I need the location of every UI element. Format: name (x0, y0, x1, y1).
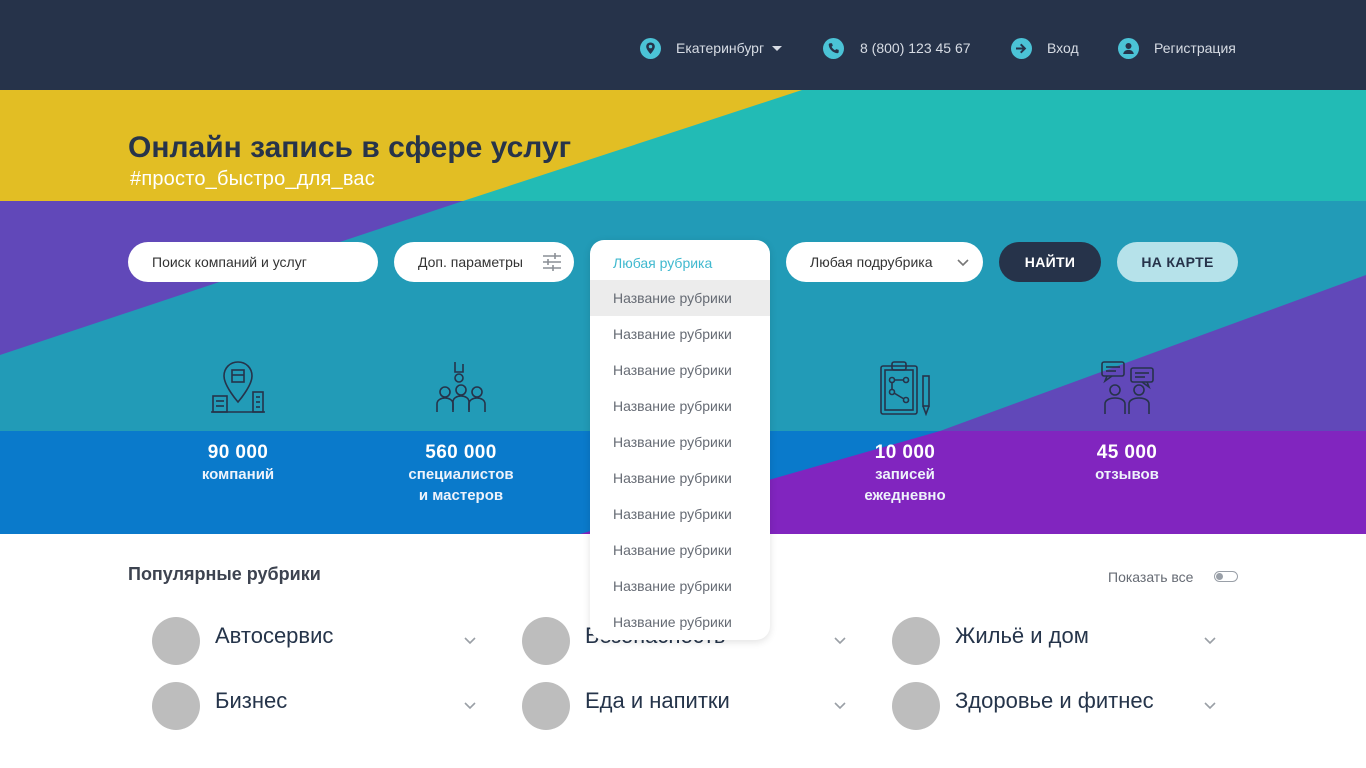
on-map-button[interactable]: НА КАРТЕ (1117, 242, 1238, 282)
dropdown-option[interactable]: Название рубрики (590, 604, 770, 640)
reviews-chat-icon (1101, 361, 1154, 414)
category-item[interactable]: Еда и напитки (522, 682, 852, 730)
filter-sliders-icon (543, 253, 561, 271)
toggle-knob (1216, 572, 1223, 580)
register-label: Регистрация (1154, 40, 1236, 56)
phone-number: 8 (800) 123 45 67 (860, 40, 971, 56)
dropdown-option[interactable]: Название рубрики (590, 532, 770, 568)
dropdown-option[interactable]: Название рубрики (590, 352, 770, 388)
category-label: Жильё и дом (955, 623, 1089, 648)
dropdown-option[interactable]: Название рубрики (590, 568, 770, 604)
category-avatar (522, 617, 570, 665)
top-bar: Екатеринбург 8 (800) 123 45 67 Вход Реги (0, 0, 1366, 90)
popular-categories-title: Популярные рубрики (128, 564, 321, 584)
show-all-toggle[interactable] (1214, 571, 1238, 582)
city-name: Екатеринбург (676, 40, 765, 56)
map-pin-building-icon (211, 361, 265, 413)
chevron-down-icon (464, 702, 476, 710)
extra-params-button[interactable]: Доп. параметры (394, 242, 574, 282)
stat-companies: 90 000 компаний (148, 360, 328, 485)
user-icon (1118, 37, 1139, 59)
location-pin-icon (640, 37, 661, 59)
login-label: Вход (1047, 40, 1079, 56)
chevron-down-icon (834, 702, 846, 710)
register-link[interactable]: Регистрация (1118, 37, 1236, 59)
category-item[interactable]: Жильё и дом (892, 617, 1222, 665)
dropdown-option[interactable]: Название рубрики (590, 496, 770, 532)
category-label: Автосервис (215, 623, 334, 648)
stat-label: компаний (201, 466, 275, 483)
stat-label: специалистов (408, 466, 514, 483)
phone-link[interactable]: 8 (800) 123 45 67 (823, 37, 971, 59)
category-label: Еда и напитки (585, 688, 730, 713)
find-button[interactable]: НАЙТИ (999, 242, 1101, 282)
category-item[interactable]: Автосервис (152, 617, 482, 665)
category-item[interactable]: Здоровье и фитнес (892, 682, 1222, 730)
stat-specialists: 560 000 специалистов и мастеров (371, 360, 551, 506)
search-input[interactable]: Поиск компаний и услуг (128, 242, 378, 282)
stat-label: записей (875, 466, 935, 483)
category-item[interactable]: Бизнес (152, 682, 482, 730)
stat-number: 560 000 (425, 442, 497, 463)
stat-number: 90 000 (207, 442, 269, 463)
subcategory-label: Любая подрубрика (810, 254, 933, 270)
category-select-current[interactable]: Любая рубрика (613, 255, 712, 271)
hero-subtitle: #просто_быстро_для_вас (130, 168, 375, 190)
chevron-down-icon (1204, 637, 1216, 645)
login-link[interactable]: Вход (1011, 37, 1079, 59)
chevron-down-icon (464, 637, 476, 645)
stat-number: 45 000 (1096, 442, 1158, 463)
dropdown-option[interactable]: Название рубрики (590, 460, 770, 496)
category-avatar (152, 617, 200, 665)
extra-params-label: Доп. параметры (418, 254, 523, 270)
stat-number: 10 000 (874, 442, 936, 463)
login-arrow-icon (1011, 37, 1032, 59)
chevron-down-icon (1204, 702, 1216, 710)
stat-label-line2: ежедневно (864, 487, 946, 504)
stat-bookings: 10 000 записей ежедневно (815, 360, 995, 506)
hero-title: Онлайн запись в сфере услуг (128, 131, 572, 164)
category-avatar (892, 617, 940, 665)
category-avatar (152, 682, 200, 730)
stat-label: отзывов (1095, 466, 1159, 483)
category-avatar (892, 682, 940, 730)
dropdown-option[interactable]: Название рубрики (590, 424, 770, 460)
chevron-down-icon (957, 259, 969, 267)
city-selector[interactable]: Екатеринбург (640, 37, 783, 59)
dropdown-option[interactable]: Название рубрики (590, 280, 770, 316)
dropdown-option[interactable]: Название рубрики (590, 388, 770, 424)
subcategory-select[interactable]: Любая подрубрика (786, 242, 983, 282)
specialists-group-icon (436, 362, 486, 412)
clipboard-plan-icon (880, 361, 930, 416)
stat-label-line2: и мастеров (418, 487, 504, 504)
stat-reviews: 45 000 отзывов (1037, 360, 1217, 485)
category-label: Бизнес (215, 688, 288, 713)
category-label: Здоровье и фитнес (955, 688, 1154, 713)
category-avatar (522, 682, 570, 730)
chevron-down-icon (834, 637, 846, 645)
dropdown-option[interactable]: Название рубрики (590, 316, 770, 352)
chevron-down-icon (772, 46, 783, 51)
show-all-label: Показать все (1108, 569, 1194, 585)
category-dropdown[interactable]: Любая рубрика Название рубрики Название … (590, 240, 770, 640)
phone-icon (823, 37, 844, 59)
page-root: Екатеринбург 8 (800) 123 45 67 Вход Реги (0, 0, 1366, 768)
